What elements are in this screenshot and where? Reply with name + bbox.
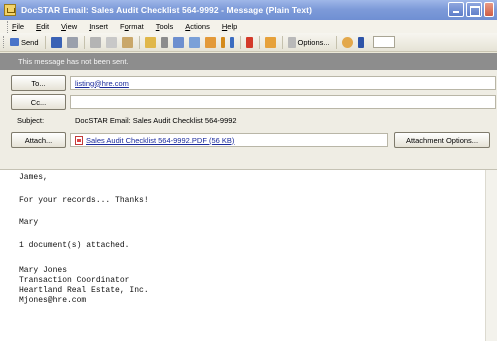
- info-bar-text: This message has not been sent.: [18, 57, 129, 66]
- permission-icon: [204, 36, 216, 48]
- cc-button-label: Cc...: [30, 97, 47, 107]
- down-arrow-icon: [229, 36, 234, 48]
- help-button[interactable]: [340, 35, 355, 50]
- body-line: Heartland Real Estate, Inc.: [19, 286, 149, 295]
- importance-high-button[interactable]: [219, 35, 227, 50]
- body-line: For your records... Thanks!: [19, 196, 149, 205]
- attach-button[interactable]: Attach...: [11, 132, 66, 148]
- to-button[interactable]: To...: [11, 75, 66, 91]
- subject-label: Subject:: [17, 116, 45, 125]
- paperclip-icon: [160, 36, 168, 48]
- exclamation-icon: [220, 36, 225, 48]
- address-book-icon: [172, 36, 184, 48]
- attachment-link[interactable]: Sales Audit Checklist 564-9992.PDF (56 K…: [86, 136, 234, 145]
- attachment-options-label: Attachment Options...: [405, 135, 479, 145]
- save-button[interactable]: [49, 35, 64, 50]
- signature-icon: [264, 36, 276, 48]
- pdf-icon: [75, 135, 83, 145]
- message-body[interactable]: James, For your records... Thanks! Mary …: [0, 169, 497, 341]
- options-button[interactable]: Options...: [286, 35, 332, 50]
- attachment-field[interactable]: Sales Audit Checklist 564-9992.PDF (56 K…: [70, 133, 388, 147]
- envelope-icon: [4, 4, 16, 16]
- menu-format[interactable]: Format: [120, 22, 144, 31]
- cc-field[interactable]: [70, 95, 496, 109]
- insert-item-button[interactable]: [187, 35, 202, 50]
- toolbar-grip-handle[interactable]: [3, 36, 6, 48]
- to-button-label: To...: [31, 78, 46, 88]
- to-field[interactable]: listing@hre.com: [70, 76, 496, 90]
- body-line: Mary: [19, 218, 39, 227]
- menu-bar: File Edit View Insert Format Tools Actio…: [0, 20, 497, 33]
- check-names-button[interactable]: [143, 35, 158, 50]
- options-label: Options...: [297, 37, 330, 47]
- paste-button[interactable]: [120, 35, 135, 50]
- cc-button[interactable]: Cc...: [11, 94, 66, 110]
- insert-item-icon: [188, 36, 200, 48]
- menu-grip-handle[interactable]: [7, 20, 10, 33]
- scissors-icon: [89, 36, 101, 48]
- toolbar-separator: [258, 35, 260, 49]
- send-label: Send: [21, 37, 39, 47]
- menu-view[interactable]: View: [61, 22, 77, 31]
- body-line: Transaction Coordinator: [19, 276, 130, 285]
- importance-low-button[interactable]: [228, 35, 236, 50]
- message-header: To... listing@hre.com Cc... Subject: Doc…: [0, 70, 497, 169]
- toolbar-separator: [239, 35, 241, 49]
- toolbar-separator: [335, 35, 337, 49]
- floppy-disk-icon: [50, 36, 62, 48]
- options-icon: [287, 36, 296, 48]
- send-button[interactable]: Send: [8, 35, 41, 50]
- toolbar: Send Options...: [0, 33, 497, 52]
- permission-button[interactable]: [203, 35, 218, 50]
- menu-help[interactable]: Help: [222, 22, 237, 31]
- cut-button[interactable]: [88, 35, 103, 50]
- menu-insert[interactable]: Insert: [89, 22, 108, 31]
- overflow-icon: [357, 36, 364, 48]
- close-button[interactable]: [484, 2, 494, 17]
- check-names-icon: [144, 36, 156, 48]
- body-line: James,: [19, 173, 48, 182]
- body-line: Mary Jones: [19, 266, 68, 275]
- clipboard-icon: [121, 36, 133, 48]
- vertical-scrollbar[interactable]: [485, 170, 497, 341]
- flag-icon: [245, 36, 253, 48]
- toolbar-separator: [44, 35, 46, 49]
- menu-edit[interactable]: Edit: [36, 22, 49, 31]
- menu-file[interactable]: File: [12, 22, 24, 31]
- minimize-button[interactable]: [448, 2, 464, 17]
- attach-button-label: Attach...: [24, 135, 53, 145]
- body-line: 1 document(s) attached.: [19, 241, 130, 250]
- print-button[interactable]: [65, 35, 80, 50]
- maximize-button[interactable]: [466, 2, 482, 17]
- body-line: Mjones@hre.com: [19, 296, 87, 305]
- to-recipient-link[interactable]: listing@hre.com: [75, 79, 129, 88]
- toolbar-overflow-button[interactable]: [356, 35, 366, 50]
- menu-actions[interactable]: Actions: [185, 22, 210, 31]
- toolbar-separator: [138, 35, 140, 49]
- menu-tools[interactable]: Tools: [156, 22, 174, 31]
- toolbar-dropdown[interactable]: [372, 36, 395, 48]
- info-bar: This message has not been sent.: [0, 53, 497, 70]
- subject-value: DocSTAR Email: Sales Audit Checklist 564…: [75, 115, 237, 125]
- attach-file-button[interactable]: [159, 35, 170, 50]
- window-title: DocSTAR Email: Sales Audit Checklist 564…: [21, 5, 313, 15]
- follow-up-button[interactable]: [244, 35, 255, 50]
- message-window: DocSTAR Email: Sales Audit Checklist 564…: [0, 0, 497, 341]
- toolbar-separator: [281, 35, 283, 49]
- toolbar-separator: [83, 35, 85, 49]
- attachment-options-button[interactable]: Attachment Options...: [394, 132, 490, 148]
- subject-field[interactable]: DocSTAR Email: Sales Audit Checklist 564…: [70, 113, 496, 127]
- address-book-button[interactable]: [171, 35, 186, 50]
- title-bar[interactable]: DocSTAR Email: Sales Audit Checklist 564…: [0, 0, 497, 20]
- printer-icon: [66, 36, 78, 48]
- signature-button[interactable]: [263, 35, 278, 50]
- send-icon: [10, 38, 19, 46]
- window-controls: [448, 2, 494, 17]
- copy-button[interactable]: [104, 35, 119, 50]
- copy-icon: [105, 36, 117, 48]
- help-icon: [341, 36, 353, 48]
